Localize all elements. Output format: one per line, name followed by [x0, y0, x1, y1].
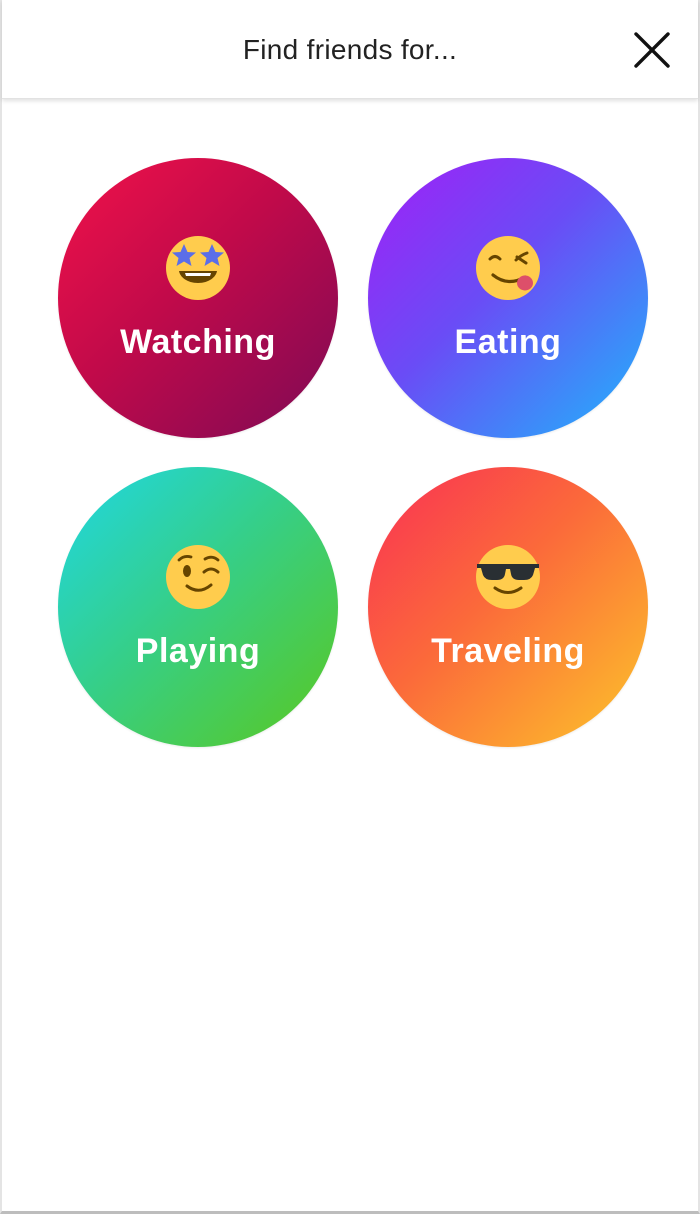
- screen: Find friends for... Watching Eating Play…: [0, 0, 700, 1214]
- category-watching[interactable]: Watching: [58, 158, 338, 438]
- wink-icon: [166, 545, 230, 609]
- category-label: Watching: [120, 323, 276, 361]
- category-eating[interactable]: Eating: [368, 158, 648, 438]
- category-traveling[interactable]: Traveling: [368, 467, 648, 747]
- category-playing[interactable]: Playing: [58, 467, 338, 747]
- category-grid: Watching Eating Playing Traveling: [58, 158, 650, 748]
- category-label: Eating: [454, 323, 562, 361]
- page-title: Find friends for...: [242, 34, 458, 65]
- category-label: Playing: [135, 632, 261, 670]
- yum-icon: [476, 236, 540, 300]
- close-button[interactable]: [632, 30, 672, 70]
- header: Find friends for...: [2, 0, 698, 99]
- star-struck-icon: [166, 236, 230, 300]
- sunglasses-icon: [476, 545, 540, 609]
- close-icon: [634, 32, 670, 68]
- category-label: Traveling: [431, 632, 585, 670]
